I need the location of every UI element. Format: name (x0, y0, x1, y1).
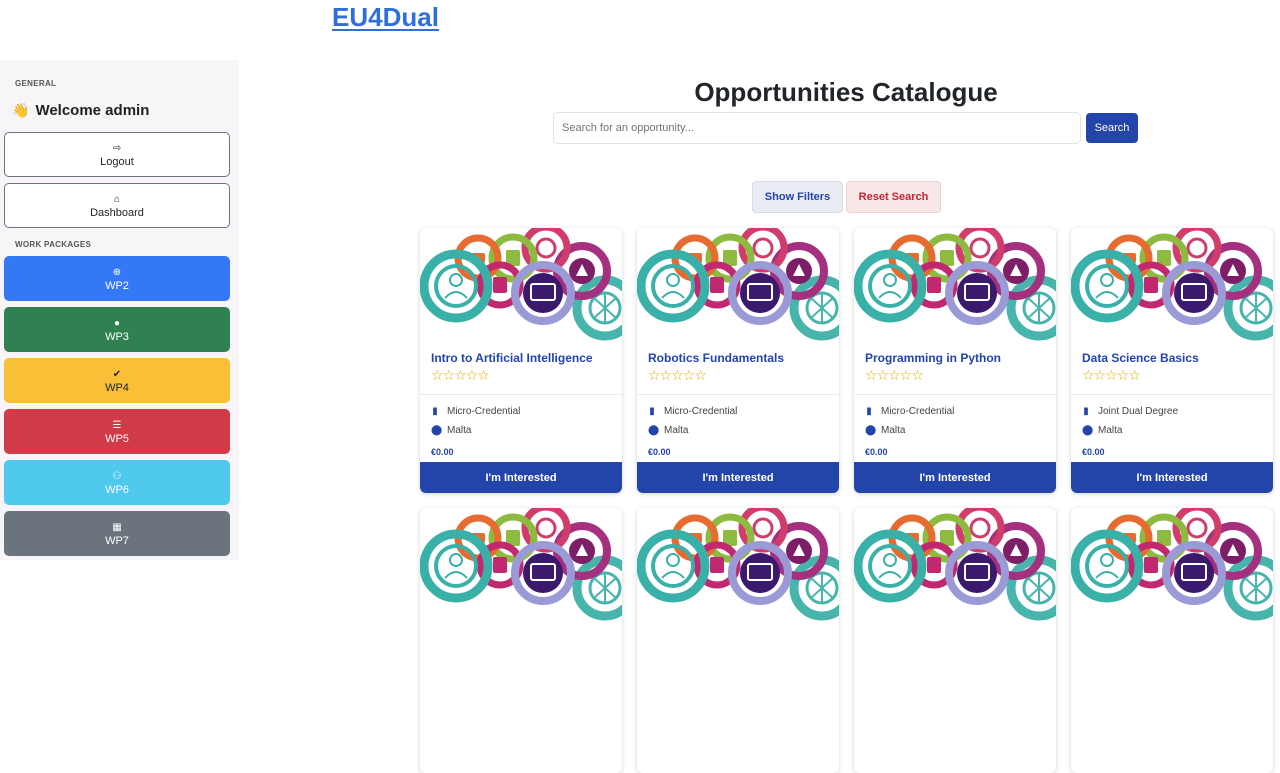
wp3-label: WP3 (105, 330, 129, 343)
wp5-button[interactable]: ☰ WP5 (4, 409, 230, 454)
opportunity-card: Robotics Fundamentals ☆☆☆☆☆ ▮ Micro-Crede… (637, 228, 839, 493)
wp3-button[interactable]: ● WP3 (4, 307, 230, 352)
eu4dual-logo-image (420, 228, 622, 343)
card-location: ⬤ Malta (865, 425, 905, 436)
opportunity-card: Intro to Artificial Intelligence ☆☆☆☆☆ ▮… (420, 228, 622, 493)
building-icon: ▦ (112, 521, 122, 533)
card-location-text: Malta (1098, 425, 1123, 436)
logout-icon: ⇨ (112, 142, 122, 154)
page-title: Opportunities Catalogue (694, 77, 998, 107)
opportunity-card (420, 508, 622, 773)
card-title[interactable]: Intro to Artificial Intelligence (431, 351, 593, 365)
eu4dual-logo-image (854, 228, 1056, 343)
card-title[interactable]: Programming in Python (865, 351, 1001, 365)
opportunity-card: Data Science Basics ☆☆☆☆☆ ▮ Joint Dual De… (1071, 228, 1273, 493)
wp6-label: WP6 (105, 483, 129, 496)
wp5-label: WP5 (105, 432, 129, 445)
lightbulb-icon: ● (113, 317, 121, 329)
card-location-text: Malta (664, 425, 689, 436)
opportunity-card (854, 508, 1056, 773)
card-title[interactable]: Data Science Basics (1082, 351, 1199, 365)
interested-button[interactable]: I'm Interested (854, 462, 1056, 493)
check-badge-icon: ✔ (112, 368, 122, 380)
dashboard-button[interactable]: ⌂ Dashboard (4, 183, 230, 228)
eu4dual-logo-image (1071, 508, 1273, 623)
wp2-label: WP2 (105, 279, 129, 292)
location-pin-icon: ⬤ (648, 425, 660, 436)
card-price: €0.00 (431, 447, 454, 457)
card-type-text: Joint Dual Degree (1098, 406, 1179, 417)
card-title[interactable]: Robotics Fundamentals (648, 351, 784, 365)
card-price: €0.00 (1082, 447, 1105, 457)
card-type-text: Micro-Credential (664, 406, 738, 417)
eu4dual-logo-image (854, 508, 1056, 623)
bookmark-icon: ▮ (1083, 406, 1089, 417)
brand-link[interactable]: EU4Dual (332, 2, 439, 33)
star-rating: ☆☆☆☆☆ (431, 367, 490, 383)
divider (637, 394, 839, 395)
card-type: ▮ Micro-Credential (431, 406, 520, 417)
home-icon: ⌂ (113, 193, 121, 205)
card-type-text: Micro-Credential (447, 406, 521, 417)
card-price: €0.00 (865, 447, 888, 457)
wp6-button[interactable]: ⚇ WP6 (4, 460, 230, 505)
interested-button[interactable]: I'm Interested (420, 462, 622, 493)
list-icon: ☰ (112, 419, 122, 431)
card-location: ⬤ Malta (648, 425, 688, 436)
eu4dual-logo-image (1071, 228, 1273, 343)
opportunity-card (1071, 508, 1273, 773)
star-rating: ☆☆☆☆☆ (648, 367, 707, 383)
divider (1071, 394, 1273, 395)
card-location: ⬤ Malta (1082, 425, 1122, 436)
search-input[interactable] (553, 112, 1081, 144)
card-location-text: Malta (881, 425, 906, 436)
bookmark-icon: ▮ (649, 406, 655, 417)
card-type-text: Micro-Credential (881, 406, 955, 417)
card-price: €0.00 (648, 447, 671, 457)
section-work-packages-label: WORK PACKAGES (15, 240, 92, 249)
interested-button[interactable]: I'm Interested (637, 462, 839, 493)
sidebar: GENERAL 👋 Welcome admin ⇨ Logout ⌂ Dashb… (0, 60, 239, 560)
wp7-button[interactable]: ▦ WP7 (4, 511, 230, 556)
divider (854, 394, 1056, 395)
card-type: ▮ Micro-Credential (648, 406, 737, 417)
divider (420, 394, 622, 395)
globe-icon: ⊕ (112, 266, 122, 278)
search-button[interactable]: Search (1086, 113, 1138, 143)
card-type: ▮ Micro-Credential (865, 406, 954, 417)
opportunity-card (637, 508, 839, 773)
show-filters-button[interactable]: Show Filters (752, 181, 843, 213)
dashboard-label: Dashboard (90, 206, 144, 219)
logout-label: Logout (100, 155, 134, 168)
reset-search-button[interactable]: Reset Search (846, 181, 941, 213)
bookmark-icon: ▮ (432, 406, 438, 417)
card-location-text: Malta (447, 425, 472, 436)
wp2-button[interactable]: ⊕ WP2 (4, 256, 230, 301)
eu4dual-logo-image (637, 228, 839, 343)
wp4-button[interactable]: ✔ WP4 (4, 358, 230, 403)
location-pin-icon: ⬤ (1082, 425, 1094, 436)
network-icon: ⚇ (112, 470, 122, 482)
star-rating: ☆☆☆☆☆ (865, 367, 924, 383)
bookmark-icon: ▮ (866, 406, 872, 417)
logout-button[interactable]: ⇨ Logout (4, 132, 230, 177)
eu4dual-logo-image (420, 508, 622, 623)
wp7-label: WP7 (105, 534, 129, 547)
location-pin-icon: ⬤ (431, 425, 443, 436)
star-rating: ☆☆☆☆☆ (1082, 367, 1141, 383)
wp4-label: WP4 (105, 381, 129, 394)
location-pin-icon: ⬤ (865, 425, 877, 436)
card-location: ⬤ Malta (431, 425, 471, 436)
card-type: ▮ Joint Dual Degree (1082, 406, 1178, 417)
eu4dual-logo-image (637, 508, 839, 623)
interested-button[interactable]: I'm Interested (1071, 462, 1273, 493)
opportunity-card: Programming in Python ☆☆☆☆☆ ▮ Micro-Crede… (854, 228, 1056, 493)
